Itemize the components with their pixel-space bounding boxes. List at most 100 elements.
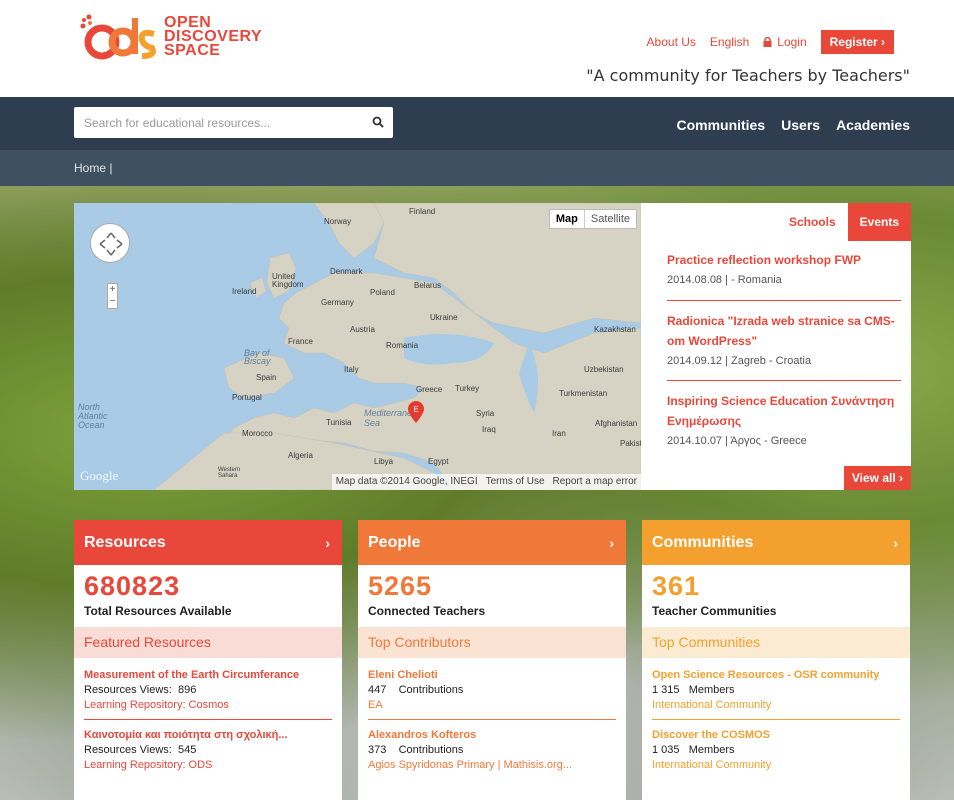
list-item: Measurement of the Earth Circumferance R… — [74, 658, 342, 720]
nav-users[interactable]: Users — [781, 117, 820, 133]
card-subtitle: Total Resources Available — [84, 604, 232, 618]
map-label: Syria — [476, 409, 495, 418]
nav-communities[interactable]: Communities — [676, 117, 765, 133]
map-label: Belarus — [414, 281, 442, 290]
map-label: Tunisia — [326, 418, 352, 427]
event-meta: 2014.08.08 | - Romania — [667, 274, 782, 286]
pan-icon — [99, 232, 123, 256]
contributor-affiliation[interactable]: Agios Spyridonas Primary | Mathisis.org.… — [368, 758, 616, 773]
map-label: Portugal — [232, 393, 262, 402]
contributor-count: 373 Contributions — [368, 744, 464, 756]
map-label: Romania — [386, 341, 419, 350]
register-button[interactable]: Register › — [820, 30, 894, 54]
zoom-control[interactable]: + − — [107, 283, 118, 309]
card-subtitle: Connected Teachers — [368, 604, 486, 618]
search-box — [74, 107, 393, 138]
event-divider — [667, 380, 901, 381]
map-marker-icon[interactable]: E — [408, 401, 424, 423]
list-item: Open Science Resources - OSR community 1… — [642, 658, 910, 720]
map-label: Austria — [350, 325, 375, 334]
search-input[interactable] — [74, 107, 354, 138]
map-marker-label: E — [413, 405, 418, 414]
event-meta: 2014.09.12 | Zagreb - Croatia — [667, 355, 812, 367]
logo-text: OPEN DISCOVERY SPACE — [164, 14, 263, 59]
resource-views: Resources Views: 545 — [84, 744, 197, 756]
map-type-satellite[interactable]: Satellite — [585, 210, 636, 228]
tab-schools[interactable]: Schools — [777, 203, 848, 241]
event-item[interactable]: Inspiring Science Education Συνάντηση Εν… — [667, 391, 901, 451]
login-link[interactable]: Login — [763, 35, 807, 49]
map-label: Ireland — [232, 287, 257, 296]
people-header[interactable]: People › — [358, 520, 626, 565]
tab-events[interactable]: Events — [847, 203, 911, 241]
map-label: Turkmenistan — [559, 389, 608, 398]
map-footer: Map data ©2014 Google, INEGI Terms of Us… — [331, 474, 641, 490]
resource-source[interactable]: Learning Repository: Cosmos — [84, 698, 332, 713]
language-link[interactable]: English — [710, 35, 749, 49]
map-type-toggle: Map Satellite — [548, 209, 637, 229]
terms-link[interactable]: Terms of Use — [486, 476, 545, 488]
view-all-button[interactable]: View all › — [843, 466, 911, 490]
resource-title[interactable]: Measurement of the Earth Circumferance — [84, 668, 332, 683]
zoom-out-button[interactable]: − — [108, 296, 117, 308]
map-label: Greece — [416, 385, 443, 394]
community-members: 1 035 Members — [652, 744, 735, 756]
map-attribution: Map data ©2014 Google, INEGI — [335, 476, 478, 487]
card-title: People — [368, 533, 421, 551]
event-item[interactable]: Radionica "Izrada web stranice sa CMS-om… — [667, 311, 901, 371]
breadcrumb-bar: Home | — [0, 150, 954, 186]
list-item: Eleni Chelioti 447 Contributions EA — [358, 658, 626, 720]
community-members: 1 315 Members — [652, 684, 735, 696]
site-header: OPEN DISCOVERY SPACE About Us English Lo… — [0, 0, 954, 97]
tagline: "A community for Teachers by Teachers" — [586, 66, 910, 85]
community-title[interactable]: Open Science Resources - OSR community — [652, 668, 900, 683]
pan-control[interactable] — [90, 223, 130, 263]
card-section-heading: Top Communities — [642, 627, 910, 658]
map-label: North Atlantic Ocean — [78, 402, 108, 430]
events-map[interactable]: Norway Finland Denmark United Kingdom Ir… — [74, 203, 641, 490]
contributor-affiliation[interactable]: EA — [368, 698, 616, 713]
event-title[interactable]: Radionica "Izrada web stranice sa CMS-om… — [667, 311, 901, 351]
map-label: Bay of Biscay — [244, 348, 271, 366]
card-section-heading: Top Contributors — [358, 627, 626, 658]
contributor-name[interactable]: Alexandros Kofteros — [368, 728, 616, 743]
list-item: Καινοτομία και ποιότητα στη σχολική... R… — [74, 720, 342, 773]
events-tabs: Schools Events — [777, 203, 911, 241]
resource-title[interactable]: Καινοτομία και ποιότητα στη σχολική... — [84, 728, 332, 743]
breadcrumb[interactable]: Home | — [74, 161, 112, 175]
chevron-right-icon[interactable]: › — [609, 535, 614, 551]
chevron-right-icon[interactable]: › — [325, 535, 330, 551]
about-us-link[interactable]: About Us — [647, 35, 696, 49]
resources-header[interactable]: Resources › — [74, 520, 342, 565]
event-title[interactable]: Inspiring Science Education Συνάντηση Εν… — [667, 391, 901, 431]
site-logo[interactable]: OPEN DISCOVERY SPACE — [78, 12, 262, 62]
map-type-map[interactable]: Map — [550, 210, 585, 228]
map-label: Germany — [321, 298, 354, 307]
community-scope[interactable]: International Community — [652, 758, 900, 773]
card-section-heading: Featured Resources — [74, 627, 342, 658]
nav-academies[interactable]: Academies — [836, 117, 910, 133]
contributor-name[interactable]: Eleni Chelioti — [368, 668, 616, 683]
report-error-link[interactable]: Report a map error — [553, 476, 637, 488]
zoom-in-button[interactable]: + — [108, 284, 117, 296]
map-label: Ukraine — [430, 313, 458, 322]
event-title[interactable]: Practice reflection workshop FWP — [667, 250, 901, 270]
chevron-right-icon[interactable]: › — [893, 535, 898, 551]
event-item[interactable]: Practice reflection workshop FWP 2014.08… — [667, 250, 901, 290]
communities-header[interactable]: Communities › — [642, 520, 910, 565]
google-logo: Google — [80, 468, 119, 483]
community-scope[interactable]: International Community — [652, 698, 900, 713]
event-meta: 2014.10.07 | Άργος - Greece — [667, 435, 807, 447]
community-title[interactable]: Discover the COSMOS — [652, 728, 900, 743]
search-icon[interactable] — [372, 116, 384, 128]
map-label: Algeria — [288, 451, 313, 460]
map-land — [153, 203, 641, 490]
map-label: Western Sahara — [218, 467, 241, 479]
people-card: People › 5265 Connected Teachers Top Con… — [358, 520, 626, 800]
communities-count: 361 — [652, 571, 701, 601]
map-label: Poland — [370, 288, 395, 297]
resource-source[interactable]: Learning Repository: ODS — [84, 758, 332, 773]
list-item: Discover the COSMOS 1 035 Members Intern… — [642, 720, 910, 773]
people-count: 5265 — [368, 571, 433, 601]
map-label: Afghanistan — [595, 419, 638, 428]
